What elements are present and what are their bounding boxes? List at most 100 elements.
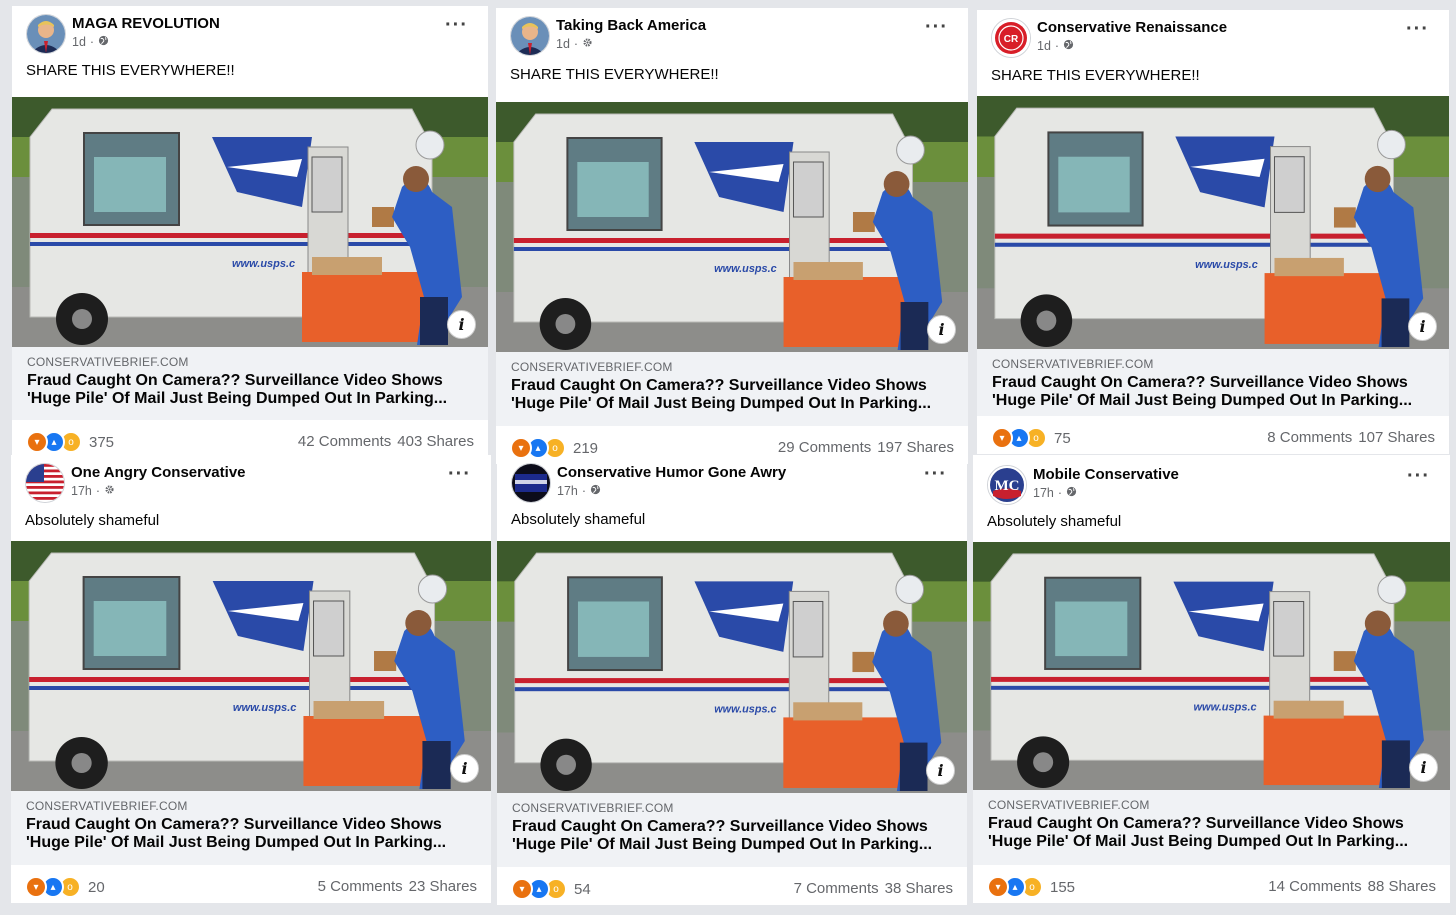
reactions-summary[interactable]: ▾ ▴ o 375 <box>26 431 114 453</box>
comments-count[interactable]: 5 Comments <box>318 878 403 895</box>
page-name[interactable]: Conservative Humor Gone Awry <box>557 464 786 481</box>
more-options-icon[interactable]: ··· <box>1406 19 1429 39</box>
info-icon[interactable]: i <box>926 756 955 785</box>
svg-text:www.usps.c: www.usps.c <box>232 258 295 270</box>
post-card: MC Mobile Conservative 17h · ··· Absolutely s… <box>973 455 1450 903</box>
link-preview[interactable]: CONSERVATIVEBRIEF.COM Fraud Caught On Cam… <box>973 790 1450 865</box>
angry-reaction-icon: ▾ <box>510 437 532 459</box>
shares-count[interactable]: 38 Shares <box>885 880 953 897</box>
angry-reaction-icon: ▾ <box>987 876 1009 898</box>
svg-text:MC: MC <box>995 478 1020 494</box>
shares-count[interactable]: 88 Shares <box>1368 878 1436 895</box>
info-icon[interactable]: i <box>450 754 479 783</box>
post-time[interactable]: 1d <box>72 35 86 49</box>
post-text: SHARE THIS EVERYWHERE!! <box>510 66 719 83</box>
link-preview[interactable]: CONSERVATIVEBRIEF.COM Fraud Caught On Cam… <box>11 791 491 865</box>
post-meta: 17h · <box>1033 486 1077 500</box>
engagement-stats: 8 Comments 107 Shares <box>1261 429 1435 446</box>
link-headline[interactable]: Fraud Caught On Camera?? Surveillance Vi… <box>511 377 958 413</box>
link-preview[interactable]: CONSERVATIVEBRIEF.COM Fraud Caught On Cam… <box>497 793 967 867</box>
reaction-count: 54 <box>574 880 591 898</box>
page-name[interactable]: Conservative Renaissance <box>1037 19 1227 36</box>
page-avatar[interactable] <box>25 463 65 503</box>
comments-count[interactable]: 8 Comments <box>1267 429 1352 446</box>
page-avatar[interactable] <box>510 16 550 56</box>
post-header: One Angry Conservative 17h · ··· <box>25 463 477 503</box>
reactions-summary[interactable]: ▾ ▴ o 75 <box>991 427 1071 449</box>
link-preview-image[interactable]: www.usps.c i <box>977 96 1449 349</box>
link-domain: CONSERVATIVEBRIEF.COM <box>988 798 1150 812</box>
meta-separator: · <box>89 35 95 49</box>
post-header: Conservative Humor Gone Awry 17h · ··· <box>511 463 953 503</box>
more-options-icon[interactable]: ··· <box>924 464 947 484</box>
reactions-summary[interactable]: ▾ ▴ o 155 <box>987 876 1075 898</box>
post-footer: ▾ ▴ o 375 42 Comments 403 Shares <box>12 422 488 458</box>
link-preview-image[interactable]: www.usps.c i <box>497 541 967 793</box>
svg-text:www.usps.c: www.usps.c <box>714 703 776 715</box>
post-card: One Angry Conservative 17h · ··· Absolutely … <box>11 455 491 903</box>
page-avatar[interactable]: CR <box>991 18 1031 58</box>
shares-count[interactable]: 197 Shares <box>877 439 954 456</box>
page-name[interactable]: One Angry Conservative <box>71 464 246 481</box>
reaction-count: 155 <box>1050 878 1076 896</box>
post-time[interactable]: 1d <box>556 37 570 51</box>
angry-reaction-icon: ▾ <box>511 878 533 900</box>
post-meta: 17h · <box>557 484 601 498</box>
info-icon[interactable]: i <box>927 315 956 344</box>
page-name[interactable]: Taking Back America <box>556 17 706 34</box>
info-icon[interactable]: i <box>1408 312 1437 341</box>
post-time[interactable]: 17h <box>1033 486 1054 500</box>
link-preview-image[interactable]: www.usps.c i <box>973 542 1450 790</box>
page-name[interactable]: Mobile Conservative <box>1033 466 1179 483</box>
page-avatar[interactable] <box>26 14 66 54</box>
post-card: MAGA REVOLUTION 1d · ··· SHARE THIS EVERYWHE… <box>12 6 488 458</box>
link-preview[interactable]: CONSERVATIVEBRIEF.COM Fraud Caught On Cam… <box>12 347 488 420</box>
meta-separator: · <box>1057 486 1063 500</box>
link-preview-image[interactable]: www.usps.c i <box>496 102 968 352</box>
comments-count[interactable]: 7 Comments <box>794 880 879 897</box>
link-headline[interactable]: Fraud Caught On Camera?? Surveillance Vi… <box>988 815 1440 851</box>
comments-count[interactable]: 29 Comments <box>778 439 871 456</box>
shares-count[interactable]: 23 Shares <box>409 878 477 895</box>
meta-separator: · <box>1054 39 1060 53</box>
post-meta: 1d · <box>72 35 109 49</box>
page-avatar[interactable] <box>511 463 551 503</box>
link-preview[interactable]: CONSERVATIVEBRIEF.COM Fraud Caught On Cam… <box>496 352 968 426</box>
more-options-icon[interactable]: ··· <box>1407 466 1430 486</box>
link-headline[interactable]: Fraud Caught On Camera?? Surveillance Vi… <box>27 372 478 408</box>
link-preview-image[interactable]: www.usps.c i <box>12 97 488 347</box>
post-footer: ▾ ▴ o 54 7 Comments 38 Shares <box>497 869 967 905</box>
link-domain: CONSERVATIVEBRIEF.COM <box>26 799 188 813</box>
info-icon[interactable]: i <box>447 310 476 339</box>
comments-count[interactable]: 14 Comments <box>1268 878 1361 895</box>
svg-text:www.usps.c: www.usps.c <box>714 263 777 275</box>
comments-count[interactable]: 42 Comments <box>298 433 391 450</box>
reaction-count: 219 <box>573 439 599 457</box>
page-name[interactable]: MAGA REVOLUTION <box>72 15 220 32</box>
post-time[interactable]: 17h <box>71 484 92 498</box>
link-preview[interactable]: CONSERVATIVEBRIEF.COM Fraud Caught On Cam… <box>977 349 1449 416</box>
post-time[interactable]: 1d <box>1037 39 1051 53</box>
reactions-summary[interactable]: ▾ ▴ o 54 <box>511 878 591 900</box>
engagement-stats: 7 Comments 38 Shares <box>788 880 953 897</box>
more-options-icon[interactable]: ··· <box>925 17 948 37</box>
reactions-summary[interactable]: ▾ ▴ o 20 <box>25 876 105 898</box>
more-options-icon[interactable]: ··· <box>448 464 471 484</box>
svg-text:www.usps.c: www.usps.c <box>1193 702 1256 714</box>
link-headline[interactable]: Fraud Caught On Camera?? Surveillance Vi… <box>26 816 481 852</box>
engagement-stats: 42 Comments 403 Shares <box>292 433 474 450</box>
link-headline[interactable]: Fraud Caught On Camera?? Surveillance Vi… <box>512 818 957 854</box>
globe-icon <box>590 484 601 498</box>
link-preview-image[interactable]: www.usps.c i <box>11 541 491 791</box>
post-text: Absolutely shameful <box>987 513 1122 530</box>
shares-count[interactable]: 107 Shares <box>1358 429 1435 446</box>
svg-text:www.usps.c: www.usps.c <box>1195 259 1258 271</box>
link-headline[interactable]: Fraud Caught On Camera?? Surveillance Vi… <box>992 374 1439 410</box>
more-options-icon[interactable]: ··· <box>445 15 468 35</box>
post-header: CR Conservative Renaissance 1d · ··· <box>991 18 1435 58</box>
shares-count[interactable]: 403 Shares <box>397 433 474 450</box>
post-time[interactable]: 17h <box>557 484 578 498</box>
page-avatar[interactable]: MC <box>987 465 1027 505</box>
info-icon[interactable]: i <box>1409 753 1438 782</box>
post-card: Conservative Humor Gone Awry 17h · ··· Absol… <box>497 455 967 905</box>
